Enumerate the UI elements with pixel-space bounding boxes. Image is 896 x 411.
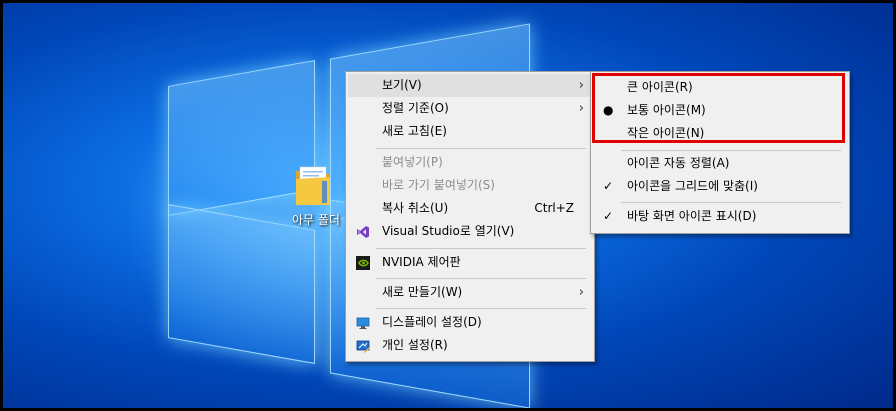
menu-item-label: 바탕 화면 아이콘 표시(D) [627, 209, 757, 223]
menu-separator [376, 278, 586, 279]
chevron-right-icon: › [578, 285, 584, 300]
personalize-icon [356, 340, 370, 353]
menu-separator [621, 202, 841, 203]
menu-item-shortcut: Ctrl+Z [534, 201, 574, 215]
desktop-folder[interactable]: 아무 폴더 [286, 159, 342, 229]
menu-item-undo-copy[interactable]: 복사 취소(U) Ctrl+Z [348, 197, 592, 220]
menu-item-paste[interactable]: 붙여넣기(P) [348, 151, 592, 174]
menu-item-label: 붙여넣기(P) [382, 155, 443, 169]
chevron-right-icon: › [578, 101, 584, 116]
checkmark-icon: ✓ [603, 179, 614, 193]
checkmark-icon: ✓ [603, 209, 614, 223]
menu-item-label: 디스플레이 설정(D) [382, 315, 482, 329]
menu-separator [621, 150, 841, 151]
display-settings-icon [356, 317, 370, 329]
folder-label: 아무 폴더 [292, 213, 340, 227]
menu-item-label: 아이콘 자동 정렬(A) [627, 156, 730, 170]
submenu-item-auto-arrange[interactable]: 아이콘 자동 정렬(A) [593, 152, 847, 175]
menu-separator [376, 248, 586, 249]
menu-item-label: 바로 가기 붙여넣기(S) [382, 178, 495, 192]
menu-item-personalize[interactable]: 개인 설정(R) [348, 334, 592, 357]
menu-item-label: 아이콘을 그리드에 맞춤(I) [627, 179, 758, 193]
menu-item-label: 보기(V) [382, 78, 422, 92]
screenshot-frame: 아무 폴더 보기(V) › 정렬 기준(O) › 새로 고침(E) 붙여넣기(P… [0, 0, 896, 411]
menu-item-refresh[interactable]: 새로 고침(E) [348, 120, 592, 143]
highlight-annotation-box [592, 73, 845, 143]
visual-studio-icon [357, 226, 369, 238]
menu-item-new[interactable]: 새로 만들기(W) › [348, 281, 592, 304]
menu-item-open-visual-studio[interactable]: Visual Studio로 열기(V) [348, 220, 592, 243]
chevron-right-icon: › [578, 78, 584, 93]
menu-item-label: 정렬 기준(O) [382, 101, 449, 115]
menu-item-view[interactable]: 보기(V) › [348, 74, 592, 97]
menu-item-label: NVIDIA 제어판 [382, 255, 461, 269]
menu-item-label: Visual Studio로 열기(V) [382, 224, 515, 238]
desktop[interactable]: 아무 폴더 보기(V) › 정렬 기준(O) › 새로 고침(E) 붙여넣기(P… [3, 3, 893, 408]
menu-item-paste-shortcut[interactable]: 바로 가기 붙여넣기(S) [348, 174, 592, 197]
menu-item-label: 복사 취소(U) [382, 201, 449, 215]
folder-icon [296, 166, 330, 205]
menu-item-label: 개인 설정(R) [382, 338, 448, 352]
menu-item-display-settings[interactable]: 디스플레이 설정(D) [348, 311, 592, 334]
menu-item-sort-by[interactable]: 정렬 기준(O) › [348, 97, 592, 120]
nvidia-icon [356, 256, 370, 270]
desktop-context-menu: 보기(V) › 정렬 기준(O) › 새로 고침(E) 붙여넣기(P) 바로 가… [345, 71, 595, 362]
menu-item-label: 새로 고침(E) [382, 124, 447, 138]
menu-separator [376, 148, 586, 149]
menu-item-label: 새로 만들기(W) [382, 285, 463, 299]
menu-separator [376, 308, 586, 309]
menu-item-nvidia-control-panel[interactable]: NVIDIA 제어판 [348, 251, 592, 274]
submenu-item-show-desktop-icons[interactable]: ✓ 바탕 화면 아이콘 표시(D) [593, 205, 847, 228]
submenu-item-align-to-grid[interactable]: ✓ 아이콘을 그리드에 맞춤(I) [593, 175, 847, 198]
